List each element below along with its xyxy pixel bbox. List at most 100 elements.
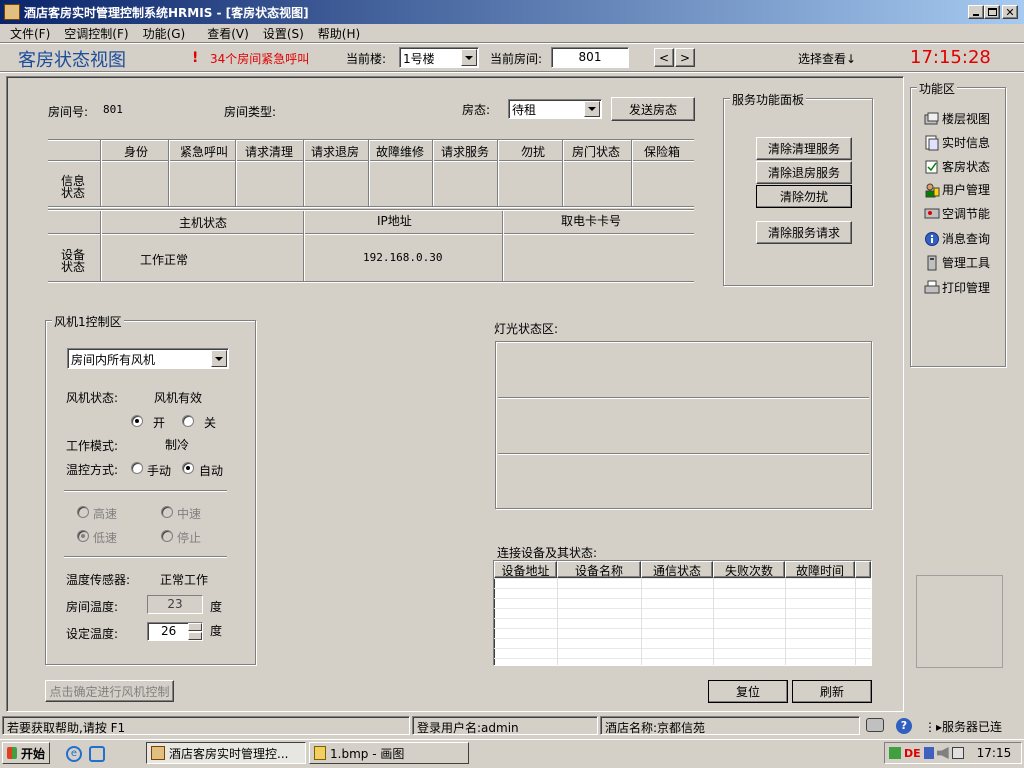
speed-mid-radio[interactable] (161, 506, 173, 518)
column-header[interactable]: 设备名称 (557, 561, 641, 578)
status-user: 登录用户名:admin (412, 716, 598, 735)
fan-on-label: 开 (153, 414, 165, 431)
start-label: 开始 (21, 745, 45, 762)
speed-low-radio[interactable] (77, 530, 89, 542)
floor-select-value: 1号楼 (403, 50, 435, 67)
room-state-value: 待租 (512, 101, 536, 118)
device-col-sep (303, 211, 305, 281)
show-desktop-icon[interactable] (89, 746, 105, 762)
spinner-up-button[interactable] (188, 623, 202, 631)
task-paint[interactable]: 1.bmp - 画图 (309, 742, 469, 764)
device-table-header-line (48, 233, 694, 235)
next-room-button[interactable]: > (675, 48, 695, 67)
function-item-print-management[interactable]: 打印管理 (924, 279, 990, 296)
function-item-room-status[interactable]: 客房状态 (924, 158, 990, 175)
spinner-down-button[interactable] (188, 632, 202, 640)
function-item-floor-view[interactable]: 楼层视图 (924, 110, 990, 127)
chevron-down-icon[interactable] (211, 350, 227, 367)
room-no-value: 801 (103, 103, 123, 116)
status-user-text: 登录用户名:admin (417, 721, 519, 735)
function-item-user-management[interactable]: 用户管理 (924, 181, 990, 198)
device-table-top (48, 209, 694, 211)
device-row-label: 设备 状态 (61, 249, 85, 273)
fan-selector[interactable]: 房间内所有风机 (67, 348, 229, 369)
auto-radio[interactable] (182, 462, 194, 474)
prev-room-button[interactable]: < (654, 48, 674, 67)
window-title: 酒店客房实时管理控制系统HRMIS - [客房状态视图] (24, 4, 309, 21)
speed-mid-label: 中速 (177, 505, 201, 522)
clear-checkout-button[interactable]: 清除退房服务 (756, 161, 852, 184)
management-tools-icon (924, 255, 940, 271)
room-input-value: 801 (579, 50, 602, 64)
function-item-ac-energy[interactable]: 空调节能 (924, 205, 990, 222)
clear-service-request-button[interactable]: 清除服务请求 (756, 221, 852, 244)
maximize-button[interactable] (984, 5, 1000, 19)
device-header: IP地址 (377, 212, 412, 229)
help-icon[interactable]: ? (896, 718, 912, 734)
status-help-text: 若要获取帮助,请按 F1 (7, 721, 125, 735)
status-server: ⋮▸服务器已连 (922, 716, 1022, 735)
select-view-button[interactable]: 选择查看↓ (798, 50, 856, 67)
column-header[interactable]: 设备地址 (494, 561, 557, 578)
column-header[interactable]: 故障时间 (785, 561, 855, 578)
set-temp-spinner[interactable]: 26 (147, 622, 203, 641)
menu-settings[interactable]: 设置(S) (263, 25, 304, 42)
manual-radio[interactable] (131, 462, 143, 474)
status-server-text: 服务器已连 (942, 720, 1002, 734)
menu-help[interactable]: 帮助(H) (318, 25, 360, 42)
work-mode-label: 工作模式: (66, 437, 118, 454)
clear-dnd-button[interactable]: 清除勿扰 (756, 185, 852, 208)
floor-select[interactable]: 1号楼 (399, 47, 479, 68)
menu-function[interactable]: 功能(G) (143, 25, 186, 42)
hotel-app-icon (151, 746, 165, 760)
chevron-down-icon[interactable] (461, 49, 477, 66)
minimize-button[interactable] (968, 5, 984, 19)
chevron-down-icon[interactable] (584, 101, 600, 117)
refresh-button[interactable]: 刷新 (792, 680, 872, 703)
function-item-message-query[interactable]: 消息查询 (924, 230, 990, 247)
function-item-realtime-info[interactable]: 实时信息 (924, 134, 990, 151)
menu-ac-control[interactable]: 空调控制(F) (64, 25, 128, 42)
devices-list[interactable]: 设备地址 设备名称 通信状态 失败次数 故障时间 (493, 560, 872, 666)
user-management-icon (924, 182, 940, 198)
info-col-sep (368, 140, 370, 206)
column-header[interactable]: 失败次数 (713, 561, 785, 578)
printer-icon (866, 718, 884, 732)
volume-icon[interactable] (937, 747, 949, 759)
room-state-select[interactable]: 待租 (508, 99, 602, 119)
info-table-header-line (48, 160, 694, 162)
speed-stop-radio[interactable] (161, 530, 173, 542)
close-button[interactable]: ✕ (1002, 5, 1018, 19)
column-header[interactable]: 通信状态 (641, 561, 713, 578)
floor-view-icon (924, 111, 940, 127)
temp-sensor-label: 温度传感器: (66, 571, 130, 588)
fan-selector-value: 房间内所有风机 (71, 351, 155, 368)
function-item-label: 实时信息 (942, 134, 990, 151)
room-input[interactable]: 801 (551, 47, 629, 68)
column-header-filler (855, 561, 871, 578)
emergency-alert-text[interactable]: 34个房间紧急呼叫 (210, 50, 309, 67)
menu-view[interactable]: 查看(V) (207, 25, 249, 42)
task-hotel-app[interactable]: 酒店客房实时管理控... (146, 742, 306, 764)
app-icon[interactable] (4, 4, 20, 20)
room-type-label: 房间类型: (224, 103, 276, 120)
room-no-label: 房间号: (48, 103, 88, 120)
print-management-icon (924, 280, 940, 296)
manual-label: 手动 (147, 462, 171, 479)
ie-icon[interactable]: e (66, 746, 82, 762)
fan-divider (64, 490, 227, 492)
function-item-management-tools[interactable]: 管理工具 (924, 254, 990, 271)
function-item-label: 消息查询 (942, 230, 990, 247)
fan-confirm-button[interactable]: 点击确定进行风机控制 (45, 680, 174, 702)
fan-on-radio[interactable] (131, 415, 143, 427)
fan-off-radio[interactable] (182, 415, 194, 427)
info-col-sep (303, 140, 305, 206)
speed-high-radio[interactable] (77, 506, 89, 518)
menu-file[interactable]: 文件(F) (10, 25, 50, 42)
ime-indicator[interactable]: DE (904, 747, 921, 760)
start-button[interactable]: 开始 (2, 742, 50, 764)
reset-button[interactable]: 复位 (708, 680, 788, 703)
device-header: 取电卡卡号 (561, 212, 621, 229)
clear-cleaning-button[interactable]: 清除清理服务 (756, 137, 852, 160)
send-room-state-button[interactable]: 发送房态 (611, 97, 695, 121)
